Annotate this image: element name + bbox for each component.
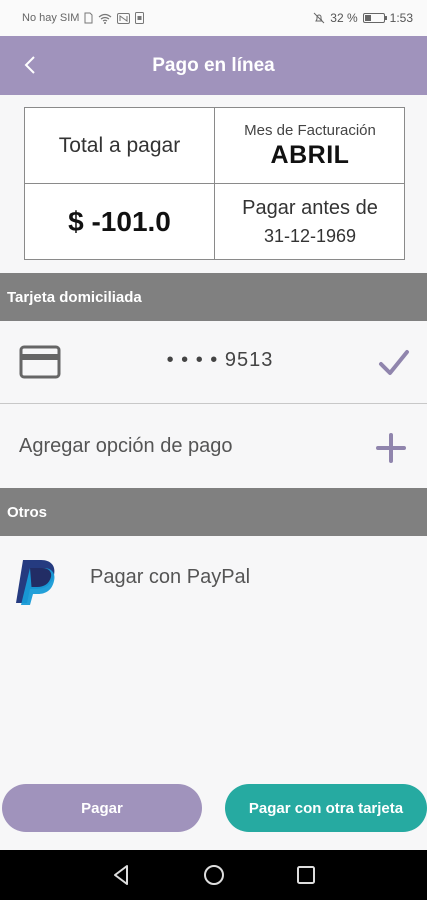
status-bar: No hay SIM 32 % 1:53 [0, 0, 427, 36]
due-label: Pagar antes de [242, 197, 378, 219]
paypal-label: Pagar con PayPal [90, 566, 251, 588]
chevron-left-icon [24, 56, 35, 74]
app-bar: Pago en línea [0, 36, 427, 95]
credit-card-icon [19, 345, 61, 379]
billing-month-cell: Mes de Facturación ABRIL [215, 108, 405, 183]
total-label: Total a pagar [58, 133, 181, 157]
battery-icon [362, 13, 387, 23]
paypal-logo-icon [16, 560, 55, 605]
saved-card-row[interactable]: • • • • 9513 [0, 321, 427, 404]
status-left: No hay SIM [22, 12, 145, 24]
pay-button[interactable]: Pagar [2, 784, 202, 832]
billing-month: ABRIL [270, 140, 350, 169]
billing-month-label: Mes de Facturación [244, 121, 376, 139]
plus-icon [376, 433, 406, 463]
section-header-others: Otros [0, 488, 427, 536]
pay-other-card-button[interactable]: Pagar con otra tarjeta [225, 784, 427, 832]
battery-percent: 32 % [330, 11, 358, 25]
system-nav-bar [0, 850, 427, 900]
card-number: • • • • 9513 [166, 349, 274, 371]
nfc-icon [117, 12, 131, 24]
battery-fill [364, 15, 371, 21]
status-right: 32 % 1:53 [313, 11, 413, 25]
triangle-back-icon[interactable] [110, 863, 134, 887]
section-header-card: Tarjeta domiciliada [0, 273, 427, 321]
paypal-option[interactable]: Pagar con PayPal [0, 536, 427, 622]
total-amount: $ -101.0 [68, 206, 171, 237]
circle-home-icon[interactable] [202, 863, 226, 887]
due-date-cell: Pagar antes de 31-12-1969 [215, 184, 405, 260]
square-recent-icon[interactable] [294, 863, 318, 887]
billing-summary: Total a pagar Mes de Facturación ABRIL $… [24, 107, 405, 260]
due-date: 31-12-1969 [263, 226, 357, 246]
wifi-icon [99, 13, 112, 24]
add-payment-label: Agregar opción de pago [19, 435, 233, 457]
carrier-text: No hay SIM [22, 12, 80, 24]
sim-icon [84, 12, 93, 24]
mute-icon [313, 12, 325, 24]
add-payment-option[interactable]: Agregar opción de pago [0, 405, 427, 488]
page-title: Pago en línea [152, 54, 275, 76]
check-icon [379, 350, 409, 375]
back-button[interactable] [14, 48, 46, 82]
sim-card-icon [135, 12, 145, 24]
clock: 1:53 [389, 11, 413, 25]
